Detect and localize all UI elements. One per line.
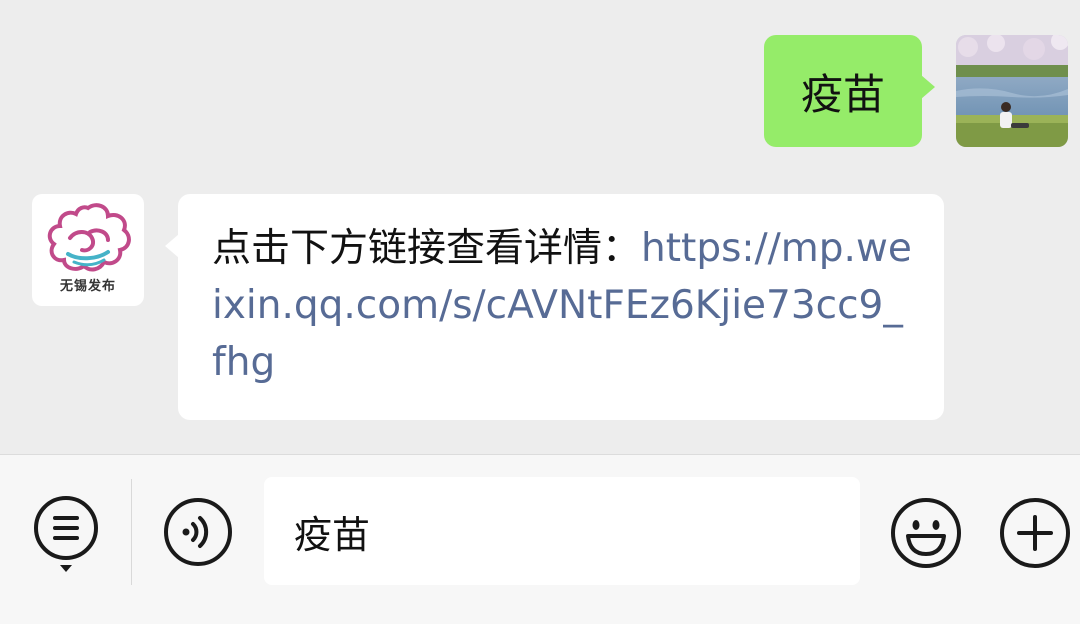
user-avatar[interactable] (956, 35, 1068, 147)
incoming-message-text: 点击下方链接查看详情： (212, 226, 642, 271)
incoming-message-bubble[interactable]: 点击下方链接查看详情：https://mp.weixin.qq.com/s/cA… (165, 194, 944, 420)
voice-button[interactable] (162, 496, 232, 566)
menu-icon (34, 496, 98, 572)
chat-area: 疫苗 无锡发布 点击下方链接查看详情：https://mp.weixin.qq.… (0, 0, 1080, 454)
message-input-value: 疫苗 (294, 512, 371, 557)
plus-icon (1000, 498, 1070, 568)
outgoing-message-bubble[interactable]: 疫苗 (764, 35, 935, 147)
account-avatar-caption: 无锡发布 (59, 279, 116, 294)
input-bar-divider (131, 479, 132, 585)
input-bar: 疫苗 (0, 454, 1080, 624)
emoji-button[interactable] (889, 496, 961, 568)
user-avatar-photo (956, 35, 1068, 147)
account-avatar[interactable]: 无锡发布 (32, 194, 144, 306)
more-button[interactable] (998, 496, 1070, 568)
outgoing-message-text: 疫苗 (800, 69, 885, 119)
emoji-icon (891, 498, 961, 568)
message-input[interactable]: 疫苗 (264, 477, 860, 585)
service-menu-button[interactable] (31, 493, 101, 572)
voice-icon (164, 498, 232, 566)
